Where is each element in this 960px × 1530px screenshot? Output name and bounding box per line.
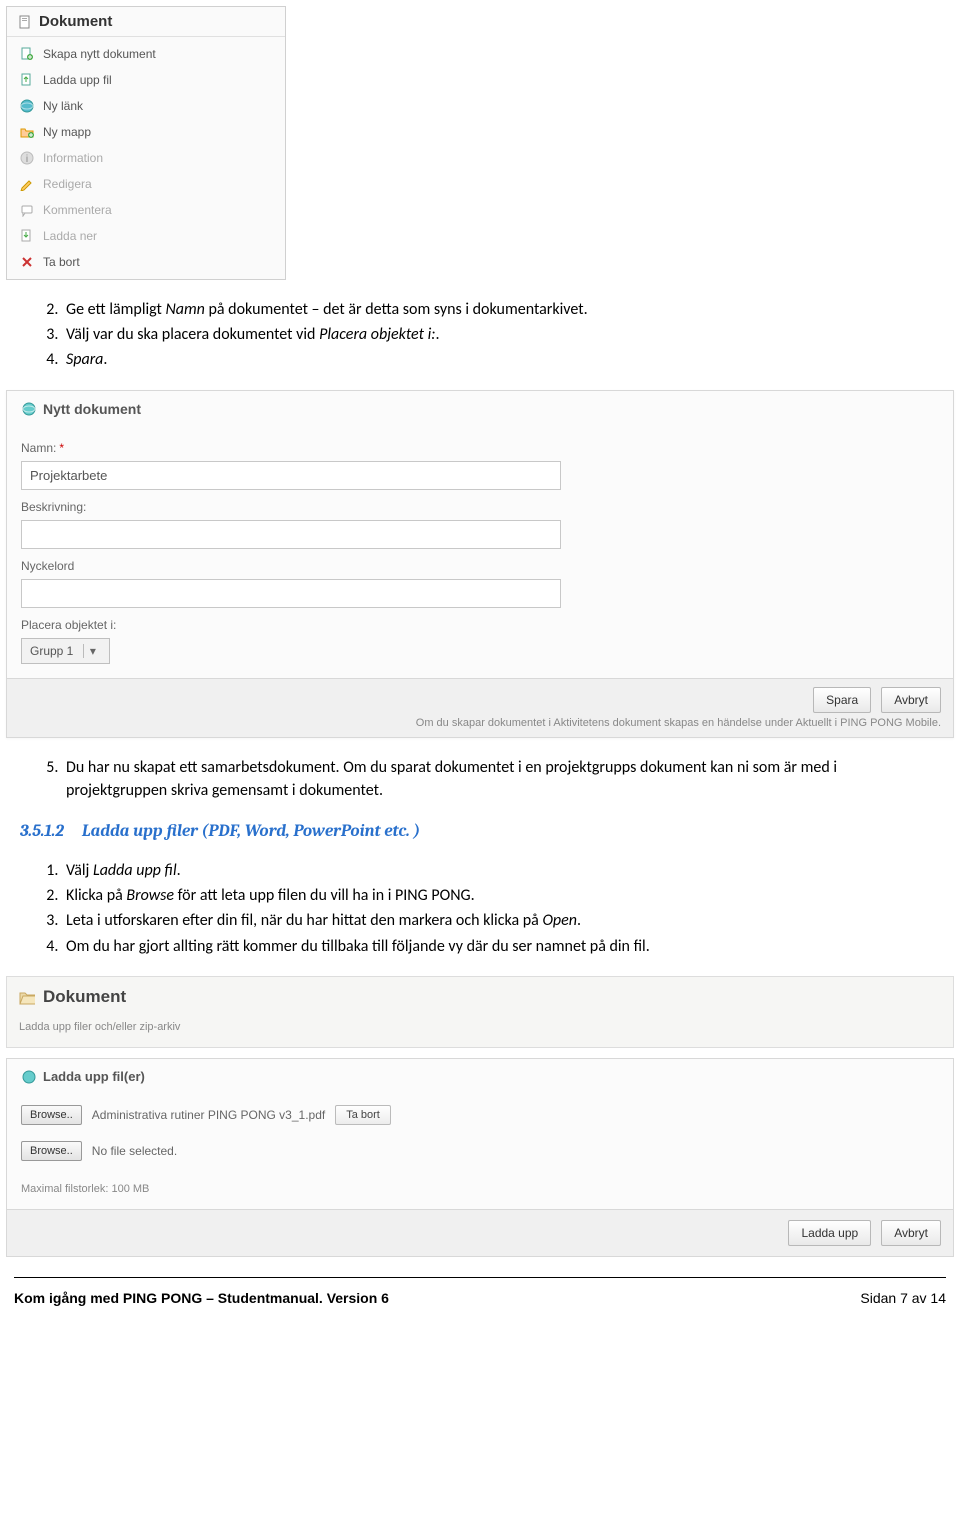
panel-header: Dokument bbox=[7, 7, 285, 37]
select-value: Grupp 1 bbox=[30, 644, 73, 658]
upload-button[interactable]: Ladda upp bbox=[788, 1220, 871, 1246]
menu-label: Ladda ner bbox=[43, 229, 97, 243]
desc-input[interactable] bbox=[21, 520, 561, 549]
cancel-button[interactable]: Avbryt bbox=[881, 687, 941, 713]
chevron-down-icon: ▾ bbox=[83, 644, 101, 658]
globe-icon bbox=[21, 1069, 37, 1085]
place-label: Placera objektet i: bbox=[21, 618, 939, 632]
place-select[interactable]: Grupp 1 ▾ bbox=[21, 638, 110, 664]
uploaded-filename: Administrativa rutiner PING PONG v3_1.pd… bbox=[92, 1108, 325, 1122]
instruction-upload-1: Välj Ladda upp fil. bbox=[62, 859, 940, 882]
menu-label: Information bbox=[43, 151, 103, 165]
instructions-block-1: Ge ett lämpligt Namn på dokumentet – det… bbox=[40, 298, 940, 372]
desc-label: Beskrivning: bbox=[21, 500, 939, 514]
menu-label: Ladda upp fil bbox=[43, 73, 112, 87]
menu-item-upload[interactable]: Ladda upp fil bbox=[7, 67, 285, 93]
new-document-form: Nytt dokument Namn:* Beskrivning: Nyckel… bbox=[6, 390, 954, 738]
panel2-subtitle: Ladda upp filer och/eller zip-arkiv bbox=[7, 1013, 953, 1047]
instructions-block-3: Välj Ladda upp fil. Klicka på Browse för… bbox=[40, 859, 940, 958]
menu-item-download[interactable]: Ladda ner bbox=[7, 223, 285, 249]
instruction-upload-2: Klicka på Browse för att leta upp filen … bbox=[62, 884, 940, 907]
section-title: Ladda upp filer (PDF, Word, PowerPoint e… bbox=[82, 822, 420, 841]
document-panel-2: Dokument Ladda upp filer och/eller zip-a… bbox=[6, 976, 954, 1048]
form-hint: Om du skapar dokumentet i Aktivitetens d… bbox=[416, 717, 941, 729]
form-heading: Nytt dokument bbox=[7, 391, 953, 431]
delete-icon bbox=[19, 254, 35, 270]
menu-label: Redigera bbox=[43, 177, 92, 191]
menu-label: Ny mapp bbox=[43, 125, 91, 139]
svg-text:i: i bbox=[26, 154, 28, 165]
globe-icon bbox=[21, 401, 37, 417]
menu-label: Ta bort bbox=[43, 255, 80, 269]
panel-title: Dokument bbox=[39, 13, 112, 30]
menu-item-folder[interactable]: Ny mapp bbox=[7, 119, 285, 145]
footer-divider bbox=[14, 1277, 946, 1278]
link-icon bbox=[19, 98, 35, 114]
info-icon: i bbox=[19, 150, 35, 166]
browse-button-2[interactable]: Browse.. bbox=[21, 1141, 82, 1161]
upload-row-2: Browse.. No file selected. bbox=[7, 1133, 953, 1169]
new-doc-icon bbox=[19, 46, 35, 62]
menu-item-edit[interactable]: Redigera bbox=[7, 171, 285, 197]
instruction-step-2: Ge ett lämpligt Namn på dokumentet – det… bbox=[62, 298, 940, 321]
footer-left: Kom igång med PING PONG – Studentmanual.… bbox=[14, 1290, 389, 1306]
remove-button[interactable]: Ta bort bbox=[335, 1105, 391, 1125]
section-number: 3.5.1.2 bbox=[20, 822, 64, 841]
edit-icon bbox=[19, 176, 35, 192]
max-size-label: Maximal filstorlek: 100 MB bbox=[7, 1169, 953, 1209]
name-label: Namn:* bbox=[21, 441, 939, 455]
instructions-block-2: Du har nu skapat ett samarbetsdokument. … bbox=[40, 756, 940, 802]
comment-icon bbox=[19, 202, 35, 218]
menu-label: Kommentera bbox=[43, 203, 112, 217]
instruction-upload-4: Om du har gjort allting rätt kommer du t… bbox=[62, 935, 940, 958]
folder-icon bbox=[19, 124, 35, 140]
menu-item-delete[interactable]: Ta bort bbox=[7, 249, 285, 275]
upload-heading: Ladda upp fil(er) bbox=[7, 1059, 953, 1097]
keywords-input[interactable] bbox=[21, 579, 561, 608]
menu-item-new-doc[interactable]: Skapa nytt dokument bbox=[7, 41, 285, 67]
menu-item-comment[interactable]: Kommentera bbox=[7, 197, 285, 223]
instruction-upload-3: Leta i utforskaren efter din fil, när du… bbox=[62, 909, 940, 932]
footer-right: Sidan 7 av 14 bbox=[860, 1290, 946, 1306]
section-heading: 3.5.1.2 Ladda upp filer (PDF, Word, Powe… bbox=[20, 822, 940, 841]
download-icon bbox=[19, 228, 35, 244]
panel2-header: Dokument bbox=[7, 977, 953, 1013]
upload-box: Ladda upp fil(er) Browse.. Administrativ… bbox=[6, 1058, 954, 1257]
menu-item-link[interactable]: Ny länk bbox=[7, 93, 285, 119]
document-menu: Skapa nytt dokument Ladda upp fil Ny län… bbox=[7, 37, 285, 279]
name-input[interactable] bbox=[21, 461, 561, 490]
menu-item-info[interactable]: i Information bbox=[7, 145, 285, 171]
cancel-upload-button[interactable]: Avbryt bbox=[881, 1220, 941, 1246]
menu-label: Ny länk bbox=[43, 99, 83, 113]
instruction-step-3: Välj var du ska placera dokumentet vid P… bbox=[62, 323, 940, 346]
menu-label: Skapa nytt dokument bbox=[43, 47, 156, 61]
save-button[interactable]: Spara bbox=[813, 687, 871, 713]
instruction-step-5: Du har nu skapat ett samarbetsdokument. … bbox=[62, 756, 940, 802]
upload-icon bbox=[19, 72, 35, 88]
upload-row-1: Browse.. Administrativa rutiner PING PON… bbox=[7, 1097, 953, 1133]
no-file-label: No file selected. bbox=[92, 1144, 177, 1158]
document-menu-panel: Dokument Skapa nytt dokument Ladda upp f… bbox=[6, 6, 286, 280]
document-icon bbox=[17, 14, 33, 30]
keywords-label: Nyckelord bbox=[21, 559, 939, 573]
instruction-step-4: Spara. bbox=[62, 348, 940, 371]
browse-button-1[interactable]: Browse.. bbox=[21, 1105, 82, 1125]
folder-open-icon bbox=[19, 989, 35, 1005]
page-footer: Kom igång med PING PONG – Studentmanual.… bbox=[14, 1277, 946, 1306]
